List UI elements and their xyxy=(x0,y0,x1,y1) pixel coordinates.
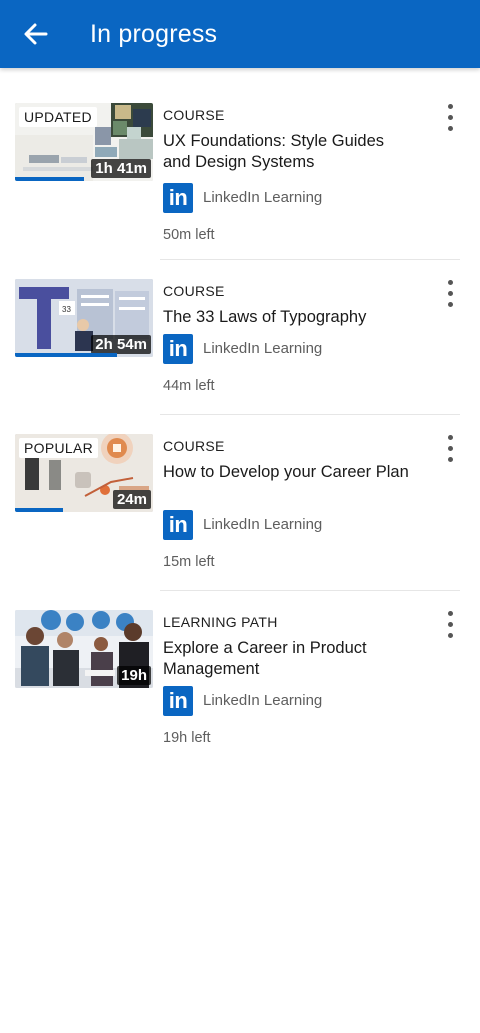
course-thumbnail[interactable]: UPDATED 1h 41m xyxy=(15,103,153,181)
page-title: In progress xyxy=(90,20,218,48)
more-vertical-icon xyxy=(448,104,453,109)
list-item[interactable]: POPULAR 24m COURSE How to Develop your C… xyxy=(0,415,480,591)
content-type: COURSE xyxy=(163,107,225,123)
duration-badge: 2h 54m xyxy=(91,335,151,354)
more-vertical-icon xyxy=(448,611,453,616)
provider-name: LinkedIn Learning xyxy=(203,692,323,709)
back-button[interactable] xyxy=(20,18,52,50)
progress-bar xyxy=(15,508,64,512)
duration-badge: 1h 41m xyxy=(91,159,151,178)
course-thumbnail[interactable]: 33 2h 54m xyxy=(15,279,153,357)
course-title[interactable]: How to Develop your Career Plan xyxy=(163,462,413,483)
course-title[interactable]: The 33 Laws of Typography xyxy=(163,307,413,328)
course-list: UPDATED 1h 41m COURSE UX Foundations: St… xyxy=(0,84,480,767)
provider-name: LinkedIn Learning xyxy=(203,516,323,533)
duration-badge: 24m xyxy=(112,490,151,509)
course-title[interactable]: Explore a Career in Product Management xyxy=(163,638,413,680)
more-vertical-icon xyxy=(448,280,453,285)
app-bar: In progress xyxy=(0,0,480,68)
time-left: 19h left xyxy=(163,730,211,746)
updated-badge: UPDATED xyxy=(19,107,97,127)
time-left: 44m left xyxy=(163,378,215,394)
linkedin-logo: in xyxy=(163,334,193,364)
linkedin-logo: in xyxy=(163,686,193,716)
duration-badge: 19h xyxy=(117,666,151,685)
progress-bar xyxy=(15,353,118,357)
provider-name: LinkedIn Learning xyxy=(203,340,323,357)
course-thumbnail[interactable]: POPULAR 24m xyxy=(15,434,153,512)
more-options-button[interactable] xyxy=(437,280,463,310)
more-options-button[interactable] xyxy=(437,435,463,465)
content-type: COURSE xyxy=(163,438,225,454)
linkedin-logo: in xyxy=(163,183,193,213)
content-type: LEARNING PATH xyxy=(163,614,278,630)
linkedin-logo: in xyxy=(163,510,193,540)
list-item[interactable]: 33 2h 54m COURSE The 33 Laws of Typograp… xyxy=(0,260,480,415)
provider-name: LinkedIn Learning xyxy=(203,189,323,206)
course-title[interactable]: UX Foundations: Style Guides and Design … xyxy=(163,131,413,173)
course-thumbnail[interactable]: 19h xyxy=(15,610,153,688)
content-type: COURSE xyxy=(163,283,225,299)
popular-badge: POPULAR xyxy=(19,438,99,458)
progress-bar xyxy=(15,177,84,181)
list-item[interactable]: UPDATED 1h 41m COURSE UX Foundations: St… xyxy=(0,84,480,260)
more-options-button[interactable] xyxy=(437,104,463,134)
time-left: 15m left xyxy=(163,554,215,570)
svg-text:33: 33 xyxy=(62,305,71,314)
more-vertical-icon xyxy=(448,435,453,440)
time-left: 50m left xyxy=(163,227,215,243)
more-options-button[interactable] xyxy=(437,611,463,641)
arrow-left-icon xyxy=(24,23,48,45)
list-item[interactable]: 19h LEARNING PATH Explore a Career in Pr… xyxy=(0,591,480,767)
